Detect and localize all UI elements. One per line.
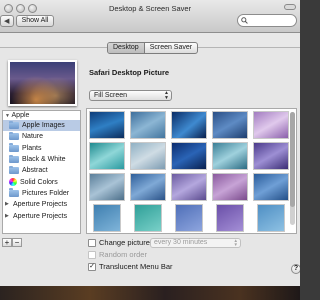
folder-icon xyxy=(9,143,19,152)
tab-desktop[interactable]: Desktop xyxy=(108,43,145,53)
preview-image xyxy=(10,62,75,104)
desktop-picture-thumbnail[interactable] xyxy=(253,142,289,170)
source-item-label: Plants xyxy=(22,144,42,152)
source-item-apple-images[interactable]: Apple Images xyxy=(3,120,80,132)
source-item-label: Black & White xyxy=(22,156,66,164)
fill-mode-value: Fill Screen xyxy=(94,92,128,99)
search-field[interactable] xyxy=(237,14,297,27)
source-group-label: Aperture Projects xyxy=(13,212,68,220)
fill-mode-popup[interactable]: Fill Screen ▲ ▼ xyxy=(89,90,172,101)
desktop-picture-thumbnail[interactable] xyxy=(175,204,203,232)
search-icon xyxy=(241,17,248,24)
popup-arrows-icon: ▲ ▼ xyxy=(164,90,169,101)
folder-icon xyxy=(9,188,19,197)
disclosure-open-icon[interactable]: ▼ xyxy=(5,113,10,119)
color-wheel-icon xyxy=(9,178,17,187)
folder-icon xyxy=(9,120,19,130)
help-button[interactable]: ? xyxy=(291,264,300,274)
translucent-menu-bar-row: ✓ Translucent Menu Bar xyxy=(88,262,173,271)
source-item-pictures-folder[interactable]: Pictures Folder xyxy=(3,188,80,199)
translucent-menu-bar-checkbox[interactable]: ✓ xyxy=(88,262,96,271)
source-item-label: Nature xyxy=(22,133,44,141)
source-item-label: Solid Colors xyxy=(20,178,58,186)
change-picture-label: Change picture: xyxy=(99,238,152,247)
source-item-label: Abstract xyxy=(22,167,48,175)
popup-arrows-icon: ▲ ▼ xyxy=(233,238,238,247)
source-group-label: Apple xyxy=(11,112,30,119)
source-group-apple[interactable]: ▼ Apple xyxy=(3,111,80,120)
random-order-checkbox[interactable] xyxy=(88,250,96,259)
desktop-picture-thumbnail[interactable] xyxy=(253,111,289,139)
source-group-aperture-1[interactable]: ▶ Aperture Projects xyxy=(3,199,80,210)
show-all-button[interactable]: Show All xyxy=(16,15,54,27)
desktop-picture-thumbnail[interactable] xyxy=(171,142,207,170)
desktop-picture-thumbnail[interactable] xyxy=(212,173,248,201)
add-source-button[interactable]: + xyxy=(2,238,12,247)
thumbnail-grid xyxy=(89,109,289,232)
disclosure-closed-icon[interactable]: ▶ xyxy=(5,211,10,222)
desktop-picture-thumbnail[interactable] xyxy=(130,142,166,170)
source-item-black-white[interactable]: Black & White xyxy=(3,154,80,165)
desktop-picture-thumbnail[interactable] xyxy=(171,111,207,139)
folder-icon xyxy=(9,131,19,141)
back-forward-control[interactable]: ◀ xyxy=(0,15,14,27)
random-order-row: Random order xyxy=(88,250,147,259)
desktop-picture-thumbnail[interactable] xyxy=(134,204,162,232)
tab-bar: Desktop Screen Saver xyxy=(107,42,199,54)
desktop-picture-thumbnail[interactable] xyxy=(216,204,244,232)
change-picture-checkbox[interactable] xyxy=(88,238,96,247)
source-list-buttons: + − xyxy=(2,238,22,247)
source-item-nature[interactable]: Nature xyxy=(3,131,80,142)
source-group-label: Aperture Projects xyxy=(13,201,68,209)
desktop-picture-thumbnail[interactable] xyxy=(257,204,285,232)
desktop-background-strip xyxy=(0,286,300,300)
source-item-plants[interactable]: Plants xyxy=(3,143,80,154)
desktop-picture-thumbnail[interactable] xyxy=(93,204,121,232)
desktop-picture-thumbnail[interactable] xyxy=(253,173,289,201)
scrollbar-thumb[interactable] xyxy=(290,112,295,207)
desktop-picture-thumbnail[interactable] xyxy=(212,142,248,170)
source-group-aperture-2[interactable]: ▶ Aperture Projects xyxy=(3,210,80,221)
desktop-picture-thumbnail[interactable] xyxy=(89,111,125,139)
change-picture-row: Change picture: xyxy=(88,238,152,247)
toolbar-toggle-button[interactable] xyxy=(284,4,296,10)
desktop-picture-thumbnail[interactable] xyxy=(171,173,207,201)
folder-icon xyxy=(9,165,19,175)
grid-scrollbar[interactable] xyxy=(290,112,295,225)
remove-source-button[interactable]: − xyxy=(12,238,22,247)
title-bar: Desktop & Screen Saver ◀ Show All xyxy=(0,0,300,33)
desktop-screensaver-window: Desktop & Screen Saver ◀ Show All Deskto… xyxy=(0,0,300,300)
folder-icon xyxy=(9,154,19,164)
source-list: ▼ Apple Apple Images Nature Plants Black… xyxy=(2,110,81,234)
tab-screen-saver[interactable]: Screen Saver xyxy=(145,43,197,53)
desktop-picture-thumbnail[interactable] xyxy=(212,111,248,139)
picture-grid xyxy=(86,108,297,234)
source-item-label: Apple Images xyxy=(22,122,65,130)
current-picture-name: Safari Desktop Picture xyxy=(89,68,170,77)
interval-popup[interactable]: every 30 minutes ▲ ▼ xyxy=(150,238,241,248)
current-picture-preview xyxy=(8,60,77,106)
desktop-picture-thumbnail[interactable] xyxy=(130,173,166,201)
random-order-label: Random order xyxy=(99,250,147,259)
source-item-abstract[interactable]: Abstract xyxy=(3,165,80,176)
desktop-picture-thumbnail[interactable] xyxy=(89,142,125,170)
disclosure-closed-icon[interactable]: ▶ xyxy=(5,199,10,210)
interval-value: every 30 minutes xyxy=(154,239,208,246)
back-arrow-icon[interactable]: ◀ xyxy=(4,17,9,25)
window-title: Desktop & Screen Saver xyxy=(108,4,192,13)
desktop-picture-thumbnail[interactable] xyxy=(130,111,166,139)
source-item-label: Pictures Folder xyxy=(22,189,70,197)
desktop-picture-thumbnail[interactable] xyxy=(89,173,125,201)
source-item-solid-colors[interactable]: Solid Colors xyxy=(3,176,80,187)
translucent-menu-bar-label: Translucent Menu Bar xyxy=(99,262,173,271)
